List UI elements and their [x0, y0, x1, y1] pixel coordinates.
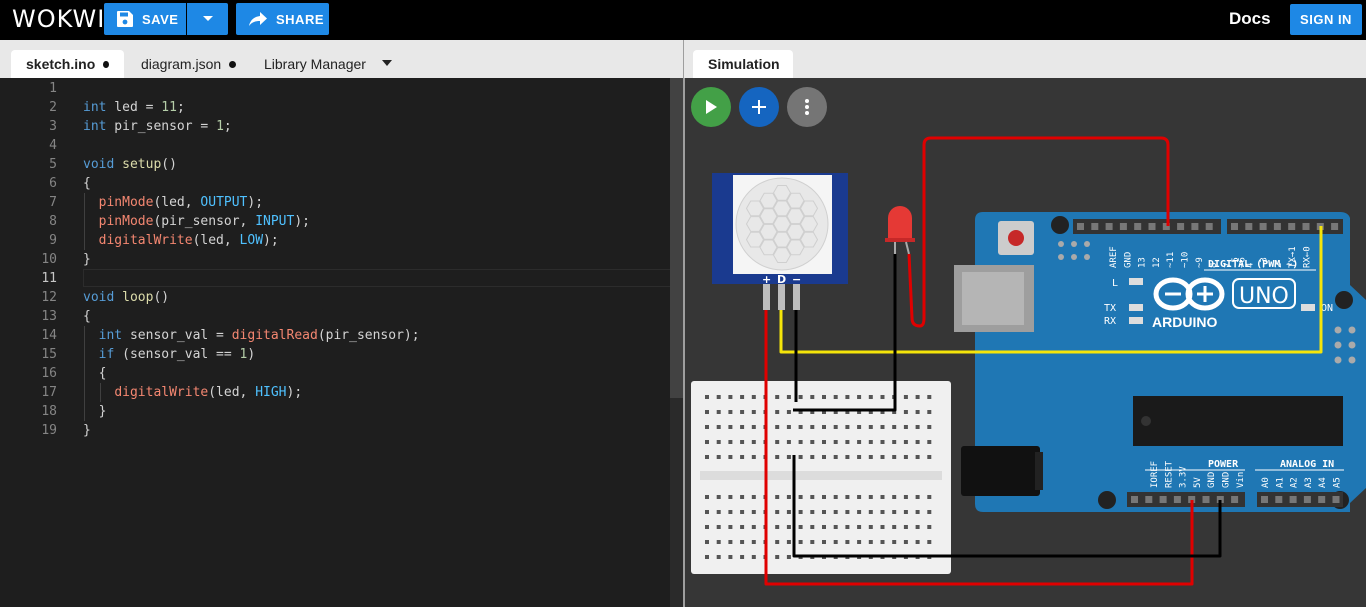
arduino-brand: ARDUINO — [1152, 314, 1217, 330]
analog-pin-label: A2 — [1290, 477, 1300, 488]
digital-pin-label: ~3 — [1260, 257, 1270, 268]
red-led[interactable] — [885, 206, 915, 255]
digital-pin-label: 8 — [1209, 263, 1219, 268]
led-label-tx: TX — [1104, 303, 1116, 314]
led-on-indicator — [1301, 304, 1315, 311]
digital-pin-label: 12 — [1152, 257, 1162, 268]
pir-pin-data-label: D — [777, 273, 786, 286]
power-pin-label: GND — [1222, 472, 1232, 488]
power-header-label: POWER — [1208, 459, 1239, 470]
analog-header-label: ANALOG IN — [1280, 459, 1334, 470]
digital-pin-label: TX→1 — [1288, 246, 1298, 268]
analog-pin-label: A3 — [1304, 477, 1314, 488]
digital-pin-label: 2 — [1274, 263, 1284, 268]
led-tx-indicator — [1129, 304, 1143, 311]
pir-pin-vcc-label: + — [762, 273, 771, 286]
digital-pin-label: 4 — [1245, 263, 1255, 268]
power-pin-label: 3.3V — [1179, 466, 1189, 488]
led-label-on: ON — [1321, 303, 1333, 314]
led-rx-indicator — [1129, 317, 1143, 324]
analog-pin-label: A0 — [1261, 477, 1271, 488]
led-label-l: L — [1112, 278, 1118, 289]
reset-button[interactable] — [1008, 230, 1024, 246]
analog-pin-label: A4 — [1318, 477, 1328, 488]
led-label-rx: RX — [1104, 316, 1116, 327]
arduino-uno[interactable]: L TX RX ON ARDUINO UNO DIGITAL (PWM ~) P… — [954, 212, 1366, 512]
pir-pin-gnd-label: − — [792, 273, 801, 286]
power-jack — [961, 446, 1040, 496]
digital-pin-label: ~11 — [1166, 252, 1176, 268]
power-pin-label: RESET — [1164, 460, 1174, 488]
led-l-indicator — [1129, 278, 1143, 285]
power-pin-label: Vin — [1236, 472, 1246, 488]
pir-motion-sensor[interactable]: + D − — [712, 173, 848, 310]
arduino-model: UNO — [1239, 284, 1289, 309]
power-pin-label: IOREF — [1150, 461, 1160, 488]
digital-pin-label: 13 — [1138, 257, 1148, 268]
digital-pin-label: ~5 — [1231, 257, 1241, 268]
atmega-chip — [1133, 396, 1343, 446]
digital-pin-label: RX←0 — [1303, 246, 1313, 268]
digital-pin-label: ~10 — [1181, 252, 1191, 268]
analog-pin-label: A1 — [1275, 477, 1285, 488]
power-pin-label: 5V — [1193, 477, 1203, 488]
circuit-diagram[interactable]: L TX RX ON ARDUINO UNO DIGITAL (PWM ~) P… — [0, 0, 1366, 607]
digital-pin-label: AREF — [1109, 246, 1119, 268]
digital-pin-label: GND — [1123, 252, 1133, 268]
power-pin-label: GND — [1207, 472, 1217, 488]
analog-pin-label: A5 — [1333, 477, 1343, 488]
digital-pin-label: ~9 — [1195, 257, 1205, 268]
